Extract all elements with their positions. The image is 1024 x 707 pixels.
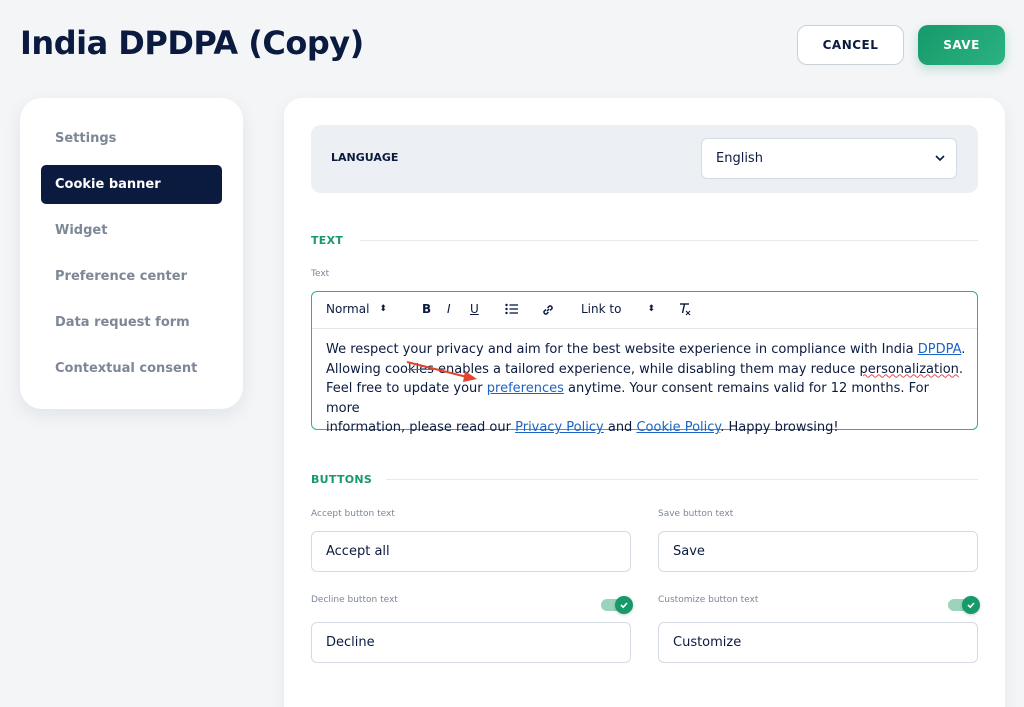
sidebar-item-preference-center[interactable]: Preference center <box>41 257 222 296</box>
editor-line: information, please read our Privacy Pol… <box>326 418 966 438</box>
editor-text: information, please read our <box>326 420 516 435</box>
section-divider <box>386 479 978 480</box>
preferences-link[interactable]: preferences <box>487 381 564 396</box>
link-to-select[interactable]: Link to ⬍ <box>581 302 655 316</box>
save-button-text-input[interactable]: Save <box>658 531 978 572</box>
editor-text: . Happy browsing! <box>720 420 839 435</box>
sidebar: Settings Cookie banner Widget Preference… <box>20 98 243 409</box>
buttons-section-title: BUTTONS <box>311 473 373 486</box>
sidebar-item-data-request-form[interactable]: Data request form <box>41 303 222 342</box>
link-icon <box>543 305 553 315</box>
cancel-button[interactable]: CANCEL <box>797 25 904 65</box>
text-section-title: TEXT <box>311 234 344 247</box>
page-title: India DPDPA (Copy) <box>20 24 364 62</box>
check-icon <box>967 602 975 609</box>
editor-text: We respect your privacy and aim for the … <box>326 342 918 357</box>
language-select[interactable]: English <box>701 138 957 179</box>
cookie-policy-link[interactable]: Cookie Policy <box>636 420 720 435</box>
clear-format-icon <box>680 303 691 316</box>
customize-button-label: Customize button text <box>658 595 759 605</box>
toggle-knob <box>615 596 633 614</box>
editor-content[interactable]: We respect your privacy and aim for the … <box>326 340 966 438</box>
sidebar-item-widget[interactable]: Widget <box>41 211 222 250</box>
main-panel: LANGUAGE English TEXT Text Normal ⬍ B I … <box>284 98 1005 707</box>
toggle-knob <box>962 596 980 614</box>
section-divider <box>360 240 978 241</box>
check-icon <box>620 602 628 609</box>
editor-line: We respect your privacy and aim for the … <box>326 340 966 360</box>
select-arrows-icon: ⬍ <box>647 303 655 314</box>
language-label: LANGUAGE <box>331 151 399 164</box>
customize-button-text-input[interactable]: Customize <box>658 622 978 663</box>
editor-text: enables a tailored experience, while dis… <box>433 361 860 377</box>
annotation-arrow-icon <box>406 361 477 382</box>
header-format-select[interactable]: Normal ⬍ <box>326 302 387 316</box>
link-to-value: Link to <box>581 302 622 316</box>
language-selected-value: English <box>716 151 763 166</box>
editor-line: Feel free to update your preferences any… <box>326 379 966 418</box>
editor-text: . <box>958 361 964 377</box>
sidebar-item-contextual-consent[interactable]: Contextual consent <box>41 349 222 388</box>
bold-button[interactable]: B <box>422 302 431 316</box>
underline-button[interactable]: U <box>470 302 479 316</box>
editor-text: . <box>961 342 966 357</box>
decline-button-text-input[interactable]: Decline <box>311 622 631 663</box>
misspelled-word: personalization <box>859 361 959 377</box>
accept-button-text-input[interactable]: Accept all <box>311 531 631 572</box>
clear-format-button[interactable] <box>678 302 692 316</box>
privacy-policy-link[interactable]: Privacy Policy <box>515 420 604 435</box>
editor-text: Allowing coo <box>326 361 408 377</box>
decline-button-label: Decline button text <box>311 595 398 605</box>
sidebar-item-settings[interactable]: Settings <box>41 119 222 158</box>
sidebar-item-cookie-banner[interactable]: Cookie banner <box>41 165 222 204</box>
link-button[interactable] <box>541 303 555 317</box>
italic-button[interactable]: I <box>447 302 451 316</box>
language-box: LANGUAGE English <box>311 125 978 193</box>
bullet-list-button[interactable] <box>505 303 519 315</box>
customize-toggle[interactable] <box>948 596 980 614</box>
editor-toolbar: Normal ⬍ B I U Link to ⬍ <box>312 292 977 329</box>
text-field-label: Text <box>311 269 330 279</box>
chevron-down-icon <box>935 155 945 162</box>
decline-toggle[interactable] <box>601 596 633 614</box>
editor-text: and <box>603 420 637 435</box>
save-button-label: Save button text <box>658 509 734 519</box>
accept-button-label: Accept button text <box>311 509 395 519</box>
header-format-value: Normal <box>326 302 370 316</box>
list-icon <box>505 303 518 315</box>
save-button[interactable]: SAVE <box>918 25 1005 65</box>
select-arrows-icon: ⬍ <box>379 303 387 314</box>
dpdpa-link[interactable]: DPDPA <box>918 342 962 357</box>
